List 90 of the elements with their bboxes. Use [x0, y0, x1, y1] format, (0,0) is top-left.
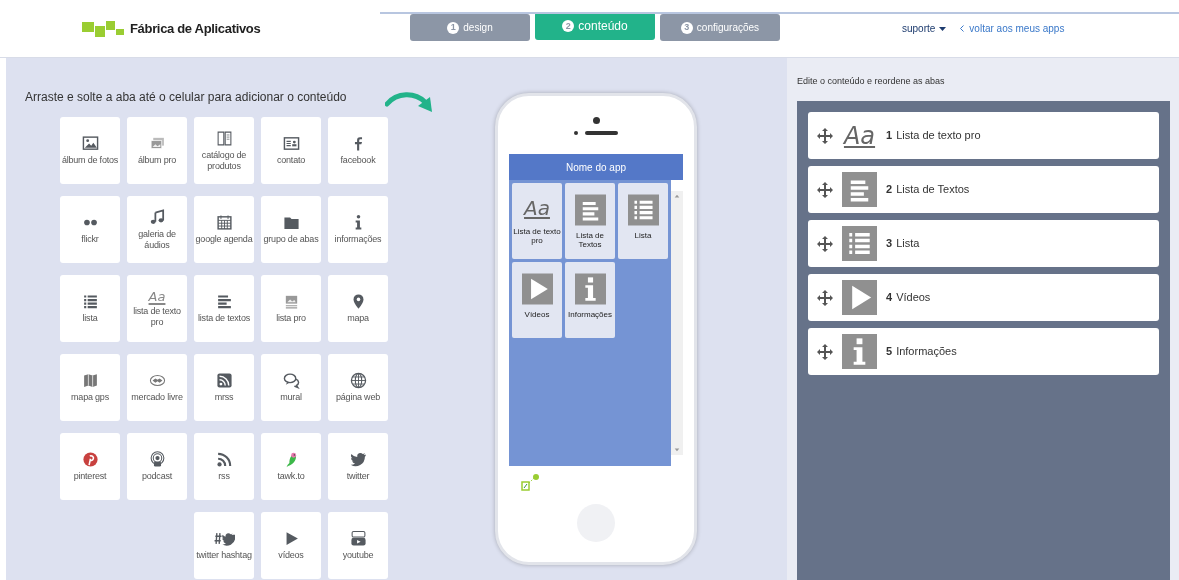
content-tile[interactable]: mapa: [328, 275, 388, 342]
move-icon: [817, 289, 833, 306]
rss-square-icon: [215, 372, 233, 389]
content-tile[interactable]: mural: [261, 354, 321, 421]
content-tile[interactable]: galeria de áudios: [127, 196, 187, 263]
content-tile[interactable]: lista de textos: [194, 275, 254, 342]
speaker-grille: [585, 131, 618, 135]
move-icon: [817, 235, 833, 252]
camera-icon: [592, 117, 600, 124]
list-icon: [81, 293, 99, 310]
tab-label: 5 Informações: [886, 344, 957, 360]
tab-label: 3 Lista: [886, 236, 920, 252]
pin-logo-icon: [81, 451, 99, 468]
app-tab-tile[interactable]: Vídeos: [512, 262, 562, 338]
tab-label: 2 Lista de Textos: [886, 182, 970, 198]
tab-row[interactable]: 3 Lista: [808, 220, 1159, 267]
text-lines-icon-tile: [842, 170, 877, 209]
music-note-icon: [148, 208, 166, 226]
podcast-icon: [148, 451, 166, 468]
rss-icon: [215, 451, 233, 468]
content-tile[interactable]: youtube: [328, 512, 388, 579]
content-tile[interactable]: catálogo de produtos: [194, 117, 254, 184]
tab-row[interactable]: 5 Informações: [808, 328, 1159, 375]
move-icon: [817, 181, 833, 198]
list-icon-tile: [842, 224, 877, 263]
speech-bubbles-icon: [282, 372, 300, 389]
content-tile[interactable]: grupo de abas: [261, 196, 321, 263]
content-tile[interactable]: twitter hashtag: [194, 512, 254, 579]
folded-map-icon: [81, 372, 99, 389]
content-tile[interactable]: mapa gps: [60, 354, 120, 421]
content-tile[interactable]: google agenda: [194, 196, 254, 263]
brand-name: Fábrica de Aplicativos: [130, 19, 261, 38]
back-link[interactable]: voltar aos meus apps: [960, 21, 1065, 36]
content-tile[interactable]: facebook: [328, 117, 388, 184]
logo-mark-icon: [521, 471, 541, 492]
info-icon-tile: [574, 272, 606, 306]
chevron-left-icon: [960, 25, 965, 32]
app-tab-tile[interactable]: Informações: [565, 262, 615, 338]
text-style-icon: Aa: [524, 193, 550, 223]
text-style-icon: Aa: [843, 120, 876, 151]
app-tab-tile[interactable]: Lista: [618, 183, 668, 259]
tab-row[interactable]: 4 Vídeos: [808, 274, 1159, 321]
app-tab-tile[interactable]: Lista de Textos: [565, 183, 615, 259]
logo-icon: [82, 20, 124, 37]
content-tile[interactable]: twitter: [328, 433, 388, 500]
content-tile[interactable]: contato: [261, 117, 321, 184]
bird-icon: [349, 451, 367, 468]
content-tile[interactable]: mercado livre: [127, 354, 187, 421]
book-icon: [215, 129, 233, 147]
content-tile[interactable]: pinterest: [60, 433, 120, 500]
pictures-icon: [148, 135, 166, 152]
contact-card-icon: [282, 135, 300, 152]
tab-label: 4 Vídeos: [886, 290, 931, 306]
move-icon: [817, 343, 833, 360]
info-icon-tile: [842, 332, 877, 371]
app-tab-tile[interactable]: Aa Lista de texto pro: [512, 183, 562, 259]
content-tile[interactable]: tawk.to: [261, 433, 321, 500]
content-tile[interactable]: página web: [328, 354, 388, 421]
account-menu[interactable]: suporte: [902, 21, 947, 36]
content-tile[interactable]: podcast: [127, 433, 187, 500]
app-title-bar: Nome do app: [509, 154, 683, 180]
content-tile[interactable]: Aa lista de texto pro: [127, 275, 187, 342]
tab-row[interactable]: 2 Lista de Textos: [808, 166, 1159, 213]
play-icon-tile: [842, 278, 877, 317]
list-icon-tile: [627, 193, 659, 227]
content-tile[interactable]: informações: [328, 196, 388, 263]
picture-icon: [81, 135, 99, 152]
globe-icon: [349, 372, 367, 389]
tab-row[interactable]: Aa 1 Lista de texto pro: [808, 112, 1159, 159]
sensor-icon: [574, 131, 578, 135]
library-title: Arraste e solte a aba até o celular para adicionar o conteúdo: [25, 91, 347, 103]
content-tile[interactable]: rss: [194, 433, 254, 500]
content-tile[interactable]: lista pro: [261, 275, 321, 342]
hashtag-bird-icon: [213, 530, 235, 547]
content-tile[interactable]: álbum de fotos: [60, 117, 120, 184]
text-lines-icon-tile: [574, 193, 606, 227]
content-tile[interactable]: mrss: [194, 354, 254, 421]
content-tile[interactable]: álbum pro: [127, 117, 187, 184]
text-lines-icon: [215, 293, 233, 310]
video-logo-icon: [349, 530, 367, 547]
tab-label: 1 Lista de texto pro: [886, 128, 981, 144]
text-style-icon: Aa: [148, 289, 166, 303]
content-tile[interactable]: vídeos: [261, 512, 321, 579]
content-tile[interactable]: lista: [60, 275, 120, 342]
move-icon: [817, 127, 833, 144]
play-icon-tile: [521, 272, 553, 306]
caret-icon: [939, 26, 947, 31]
editor-title: Edite o conteúdo e reordene as abas: [797, 77, 946, 86]
calendar-icon: [215, 214, 233, 231]
content-tile[interactable]: flickr: [60, 196, 120, 263]
